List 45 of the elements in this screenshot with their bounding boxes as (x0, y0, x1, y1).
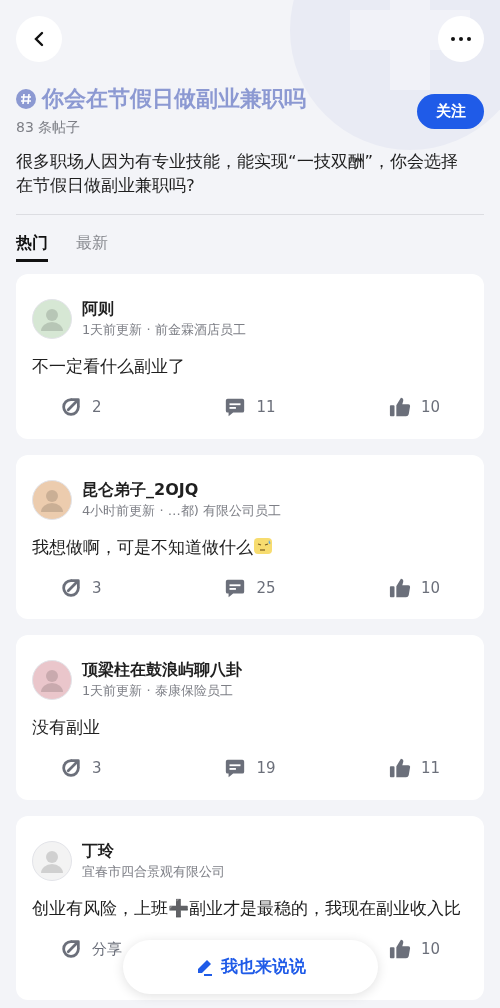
share-button[interactable]: 3 (60, 576, 102, 599)
avatar[interactable] (32, 479, 72, 520)
post-card[interactable]: 我也来说说 丁玲 宜春市四合景观有限公司 创业有风险，上班➕副业才是最稳的，我现在副业收入比 分享 10 (16, 815, 484, 1000)
like-button[interactable]: 10 (388, 937, 440, 960)
author-name: 昆仑弟子_2OJQ (82, 478, 200, 501)
post-card[interactable]: 昆仑弟子_2OJQ 4小时前更新 · …都) 有限公司员工 我想做啊，可是不知道做什么 3 25 10 (16, 454, 484, 619)
share-button[interactable]: 2 (60, 396, 102, 419)
author-name: 丁玲 (82, 839, 115, 862)
post-text: 创业有风险，上班➕副业才是最稳的，我现在副业收入比 (32, 896, 462, 920)
post-text: 我想做啊，可是不知道做什么 (32, 532, 468, 561)
like-button[interactable]: 11 (388, 757, 440, 780)
share-button[interactable]: 分享 (60, 937, 122, 960)
post-card[interactable]: 阿则 1天前更新 · 前金霖酒店员工 不一定看什么副业了 2 11 10 (16, 274, 484, 439)
tab[interactable]: 热门 (16, 231, 48, 262)
post-text: 没有副业 (32, 716, 101, 739)
thumbs-up-icon (388, 576, 411, 599)
post-meta: 1天前更新 · 泰康保险员工 (82, 682, 234, 700)
author-name: 阿则 (82, 298, 115, 320)
like-button[interactable]: 10 (388, 576, 440, 599)
comment-button[interactable]: 25 (224, 576, 276, 599)
tab[interactable]: 最新 (76, 231, 108, 262)
topic-description: 很多职场人因为有专业技能，能实现“一技双酬”，你会选择在节假日做副业兼职吗? (16, 151, 460, 197)
post-meta: 4小时前更新 · …都) 有限公司员工 (82, 501, 281, 520)
thumbs-up-icon (388, 396, 411, 419)
author-name: 顶梁柱在鼓浪屿聊八卦 (82, 659, 242, 681)
post-card[interactable]: 顶梁柱在鼓浪屿聊八卦 1天前更新 · 泰康保险员工 没有副业 3 19 11 (16, 635, 484, 800)
thumbs-up-icon (388, 757, 411, 780)
hashtag-icon (16, 89, 36, 109)
comment-button[interactable]: 11 (224, 396, 276, 419)
thumbs-up-icon (388, 937, 411, 960)
post-meta: 宜春市四合景观有限公司 (82, 862, 225, 881)
share-button[interactable]: 3 (60, 757, 102, 780)
more-icon (451, 37, 471, 41)
avatar[interactable] (32, 660, 72, 700)
comment-button[interactable]: 19 (224, 757, 276, 780)
post-meta: 1天前更新 · 前金霖酒店员工 (82, 321, 246, 339)
like-button[interactable]: 10 (388, 396, 440, 419)
back-button[interactable] (16, 16, 62, 62)
avatar[interactable] (32, 299, 72, 339)
compose-button[interactable]: 我也来说说 (123, 939, 378, 994)
post-text: 不一定看什么副业了 (32, 355, 186, 378)
avatar[interactable] (32, 840, 72, 881)
pencil-icon (195, 957, 213, 976)
post-count: 83 条帖子 (16, 118, 82, 137)
topic-title: 你会在节假日做副业兼职吗 (42, 85, 306, 113)
